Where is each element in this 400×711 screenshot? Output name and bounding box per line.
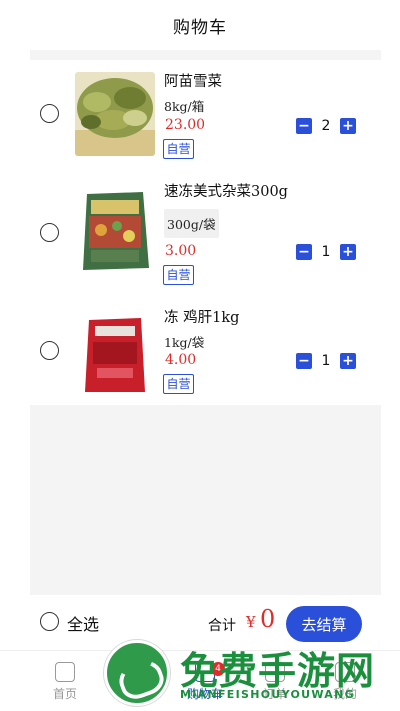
self-operated-tag: 自营: [163, 265, 194, 285]
cart-list: 阿苗雪菜 8kg/箱 23.00 自营 − 2 + 速冻美式杂菜300g 300…: [30, 60, 381, 405]
pickled-greens-image: [75, 72, 155, 156]
tab-label: 首页: [52, 687, 77, 701]
decrease-quantity-button[interactable]: −: [296, 118, 312, 134]
product-price: 4.00: [165, 352, 197, 368]
quantity-value: 2: [321, 118, 331, 134]
product-spec: 300g/袋: [164, 209, 219, 238]
home-icon: [55, 662, 75, 682]
select-all-radio[interactable]: [40, 612, 59, 631]
increase-quantity-button[interactable]: +: [340, 244, 356, 260]
product-name[interactable]: 冻 鸡肝1kg: [164, 306, 239, 327]
self-operated-tag: 自营: [163, 139, 194, 159]
checkout-button[interactable]: 去结算: [286, 606, 362, 642]
quantity-stepper: − 2 +: [296, 117, 356, 135]
select-all-label[interactable]: 全选: [67, 611, 99, 635]
cart-item: 速冻美式杂菜300g 300g/袋 3.00 自营 − 1 +: [30, 175, 381, 285]
decrease-quantity-button[interactable]: −: [296, 244, 312, 260]
product-name[interactable]: 速冻美式杂菜300g: [164, 180, 288, 201]
tab-home[interactable]: 首页: [30, 656, 100, 702]
product-price: 23.00: [165, 117, 206, 133]
cart-item: 冻 鸡肝1kg 1kg/袋 4.00 自营 − 1 +: [30, 300, 381, 410]
watermark-title: 免费手游网: [180, 649, 376, 693]
item-select-radio[interactable]: [40, 104, 59, 123]
self-operated-tag: 自营: [163, 374, 194, 394]
product-spec: 1kg/袋: [164, 335, 205, 350]
decrease-quantity-button[interactable]: −: [296, 353, 312, 369]
quantity-value: 1: [321, 353, 331, 369]
item-select-radio[interactable]: [40, 341, 59, 360]
quantity-stepper: − 1 +: [296, 243, 356, 261]
total-currency: ¥: [246, 613, 256, 631]
page-title: 购物车: [173, 17, 227, 38]
product-name[interactable]: 阿苗雪菜: [164, 70, 222, 91]
product-spec: 8kg/箱: [164, 99, 205, 114]
watermark-logo-icon: [104, 640, 170, 706]
frozen-mixed-vegetables-image: [75, 190, 155, 274]
watermark-subtitle: MIANFEISHOUYOUWANG: [180, 688, 355, 701]
product-price: 3.00: [165, 243, 197, 259]
total-amount: 0: [260, 605, 276, 633]
item-select-radio[interactable]: [40, 223, 59, 242]
quantity-value: 1: [321, 244, 331, 260]
quantity-stepper: − 1 +: [296, 352, 356, 370]
total-label: 合计: [208, 618, 236, 634]
increase-quantity-button[interactable]: +: [340, 353, 356, 369]
cart-item: 阿苗雪菜 8kg/箱 23.00 自营 − 2 +: [30, 60, 381, 170]
increase-quantity-button[interactable]: +: [340, 118, 356, 134]
frozen-chicken-liver-image: [75, 312, 155, 396]
top-header: 购物车: [0, 0, 400, 50]
